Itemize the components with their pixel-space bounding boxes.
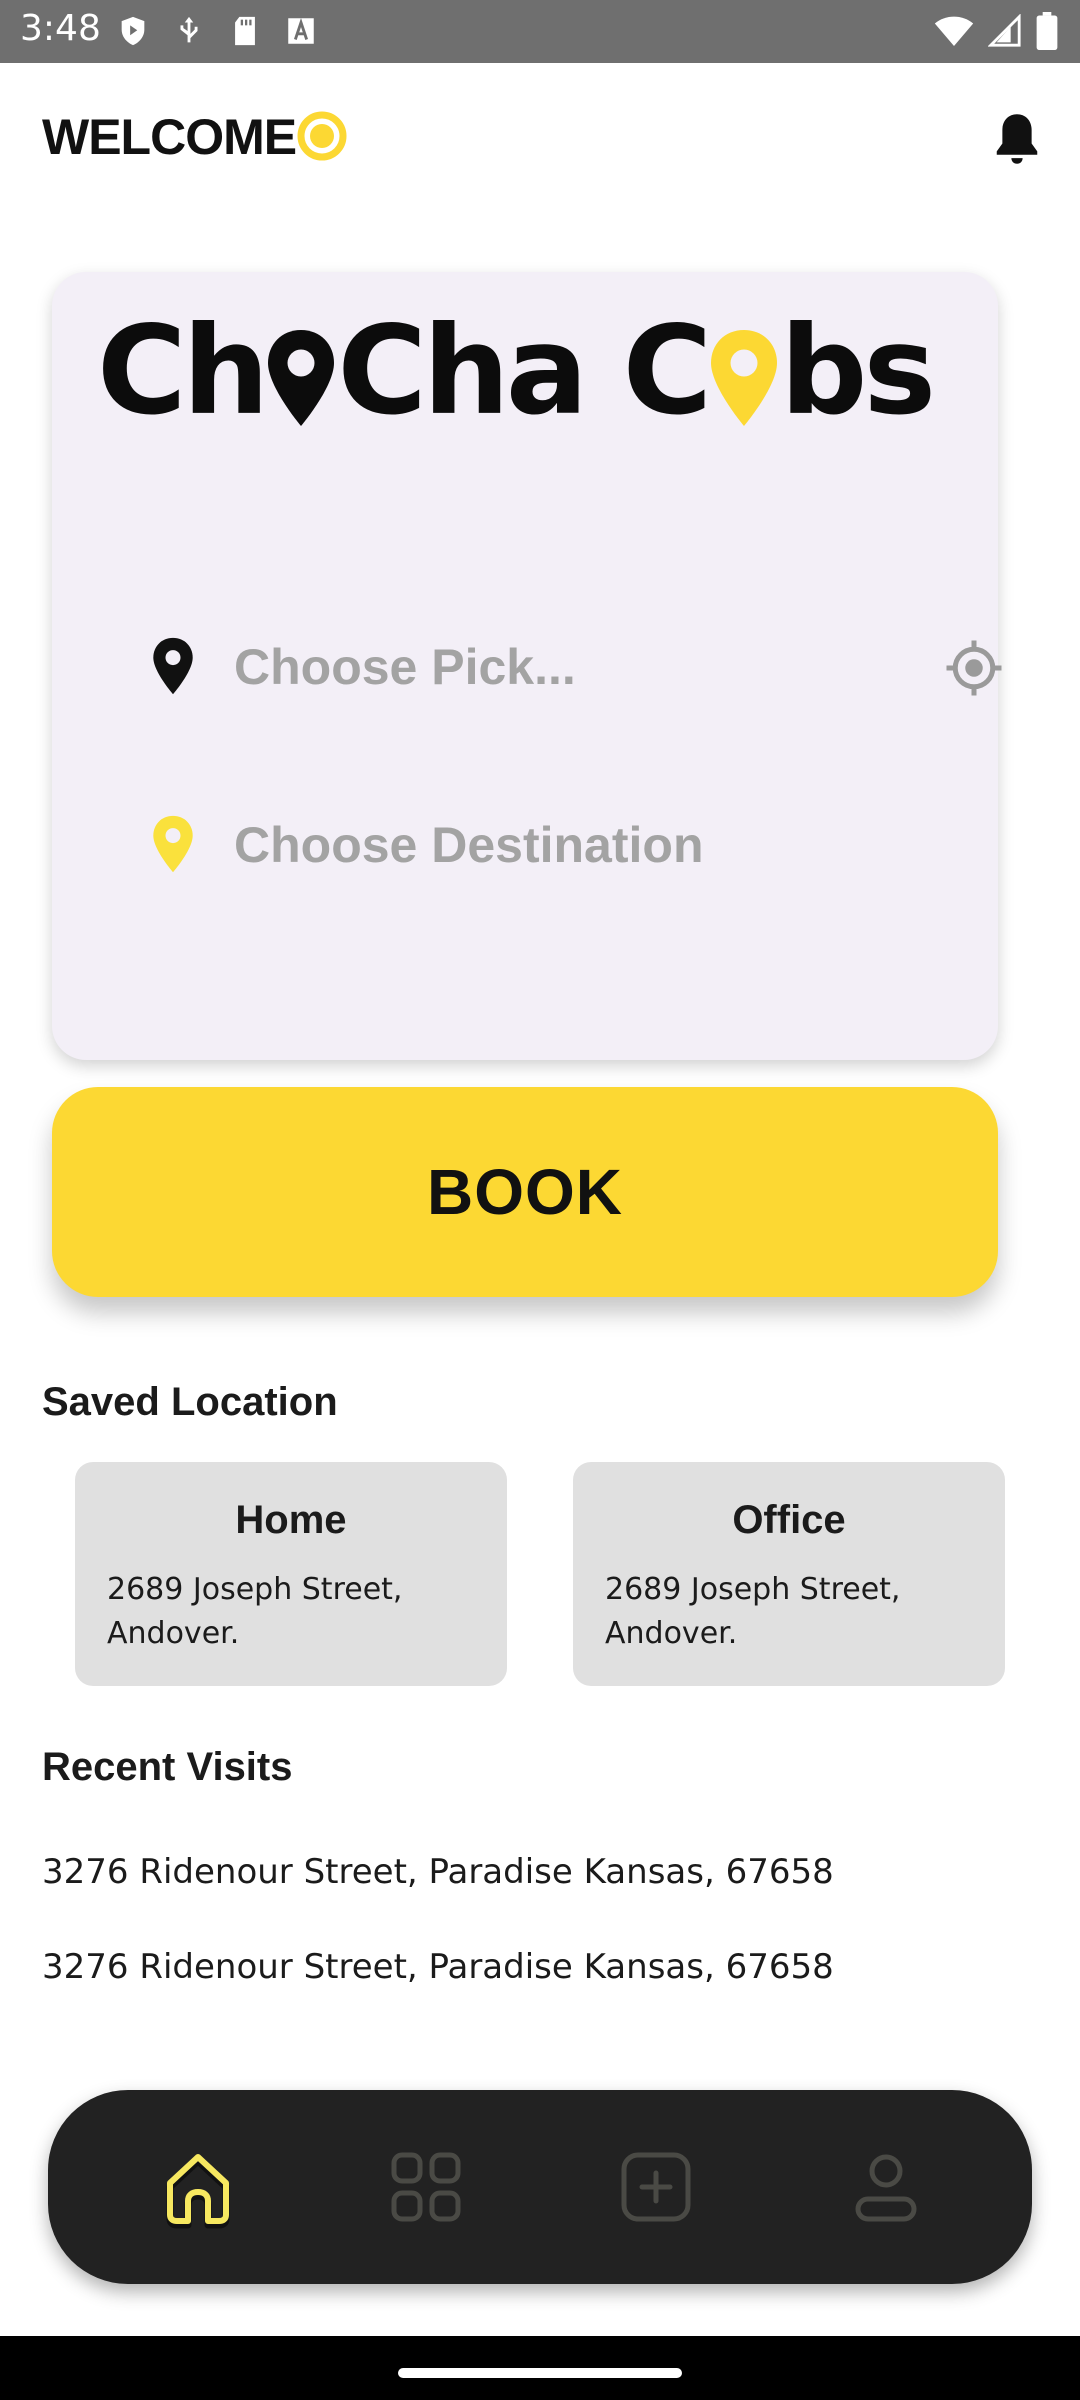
yellow-location-pin-icon [153, 815, 193, 873]
pickup-input[interactable] [234, 622, 864, 712]
pickup-field[interactable] [100, 622, 1002, 712]
bottom-navigation [48, 2090, 1032, 2284]
address-line-1: 2689 Joseph Street, [605, 1572, 901, 1607]
add-square-icon[interactable] [614, 2145, 698, 2229]
font-icon [288, 18, 314, 44]
saved-location-address: 2689 Joseph Street, Andover. [605, 1568, 965, 1656]
shield-play-icon [121, 16, 145, 46]
recent-visit-item[interactable]: 3276 Ridenour Street, Paradise Kansas, 6… [42, 1947, 834, 1987]
gps-target-icon[interactable] [944, 638, 1004, 698]
home-indicator[interactable] [398, 2368, 682, 2378]
signal-icon [988, 14, 1021, 47]
yellow-pin-icon [711, 330, 778, 426]
status-time: 3:48 [20, 8, 101, 49]
recent-visits-title: Recent Visits [42, 1745, 293, 1789]
saved-location-name: Office [732, 1498, 846, 1542]
app-logo: Ch Cha C bs [97, 300, 936, 442]
logo-text-part3: bs [780, 300, 936, 442]
welcome-title: WELCOME [42, 109, 297, 165]
sd-card-icon [235, 16, 255, 46]
wifi-icon [934, 16, 974, 46]
address-line-1: 2689 Joseph Street, [107, 1572, 403, 1607]
recent-visit-item[interactable]: 3276 Ridenour Street, Paradise Kansas, 6… [42, 1852, 834, 1892]
black-pin-icon [268, 330, 335, 426]
usb-icon [180, 16, 198, 43]
destination-field[interactable] [100, 800, 980, 890]
address-line-2: Andover. [605, 1616, 738, 1651]
saved-location-office-card[interactable]: Office 2689 Joseph Street, Andover. [573, 1462, 1005, 1686]
book-button[interactable]: BOOK [52, 1087, 998, 1297]
grid-icon[interactable] [384, 2145, 468, 2229]
status-icons-right [934, 12, 1058, 50]
bell-icon[interactable] [990, 109, 1044, 169]
system-navigation-bar [0, 2336, 1080, 2400]
header: WELCOME [0, 63, 1080, 213]
saved-location-address: 2689 Joseph Street, Andover. [107, 1568, 467, 1656]
home-icon[interactable] [156, 2145, 240, 2229]
destination-input[interactable] [234, 800, 864, 890]
logo-text-part2: Cha C [337, 300, 712, 442]
address-line-2: Andover. [107, 1616, 240, 1651]
booking-card: Ch Cha C bs [52, 272, 1002, 1060]
status-dot-icon [297, 111, 347, 161]
saved-location-name: Home [235, 1498, 347, 1542]
location-pin-icon [153, 637, 193, 695]
logo-text-part1: Ch [97, 300, 269, 442]
profile-icon[interactable] [844, 2145, 928, 2229]
saved-location-home-card[interactable]: Home 2689 Joseph Street, Andover. [75, 1462, 507, 1686]
status-bar: 3:48 [0, 0, 1080, 63]
status-icons-left [116, 14, 318, 48]
battery-icon [1036, 12, 1058, 50]
saved-location-title: Saved Location [42, 1380, 338, 1424]
